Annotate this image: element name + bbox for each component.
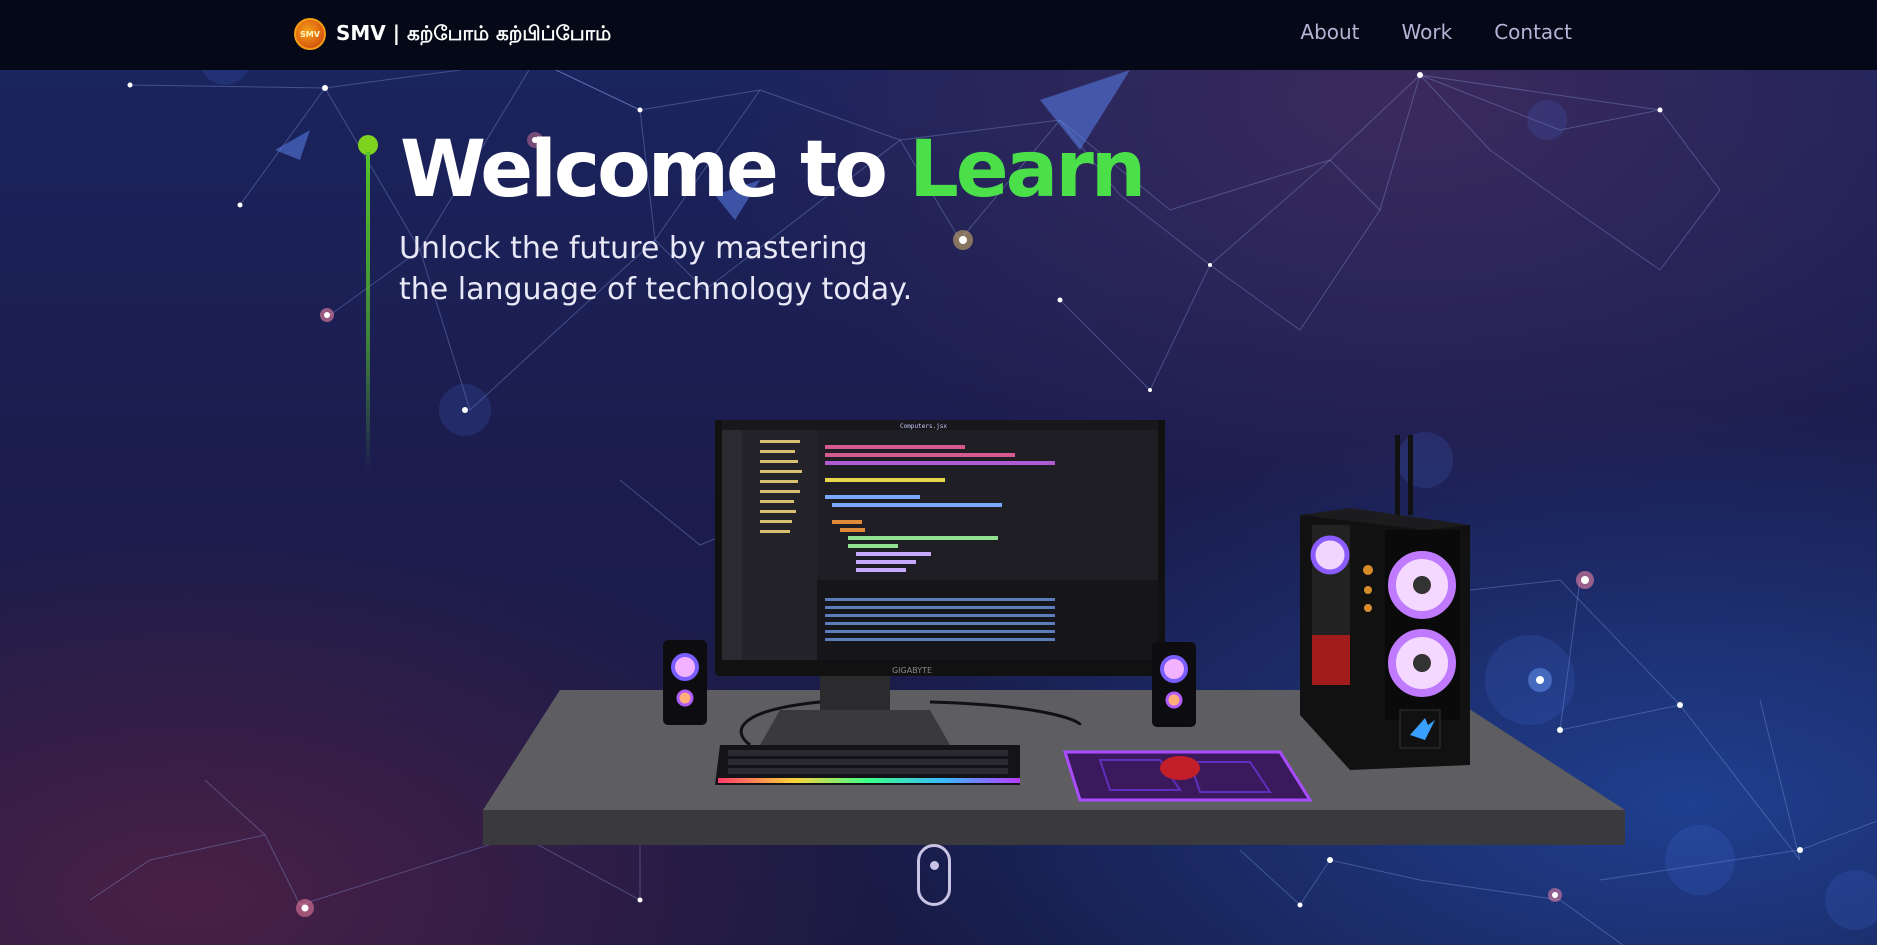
main-nav: About Work Contact <box>1300 20 1572 44</box>
site-header: SMV SMV | கற்போம் கற்பிப்போம் About Work… <box>0 0 1877 70</box>
antenna-left <box>1395 435 1400 515</box>
hero-accent-line <box>366 152 370 472</box>
hero-title: Welcome to Learn <box>400 125 1146 215</box>
monitor-base <box>760 710 950 745</box>
monitor-stand <box>820 675 890 710</box>
hero-title-accent: Learn <box>909 125 1146 215</box>
brand-name: SMV | கற்போம் கற்பிப்போம் <box>336 20 612 45</box>
hero-subtitle: Unlock the future by mastering the langu… <box>399 228 959 310</box>
desktop-pc-3d-scene[interactable]: Computers.jsx GIGABYTE <box>480 420 1640 850</box>
left-speaker <box>663 640 707 725</box>
hero-subtitle-line2: the language of technology today. <box>399 272 913 307</box>
monitor-brand: GIGABYTE <box>892 666 932 675</box>
antenna-right <box>1408 435 1413 515</box>
brand-link[interactable]: SMV SMV | கற்போம் கற்பிப்போம் <box>294 16 611 52</box>
desk-front <box>483 810 1625 845</box>
scroll-mouse-icon[interactable] <box>917 844 951 906</box>
scroll-indicator-dot <box>930 861 939 870</box>
hero-subtitle-line1: Unlock the future by mastering <box>399 231 868 266</box>
nav-contact-link[interactable]: Contact <box>1494 20 1572 44</box>
smv-logo-icon: SMV <box>294 18 326 50</box>
nav-about-link[interactable]: About <box>1300 20 1359 44</box>
right-speaker <box>1152 642 1196 727</box>
editor-tab-label: Computers.jsx <box>900 423 947 430</box>
mouse <box>1160 756 1200 780</box>
nav-work-link[interactable]: Work <box>1402 20 1453 44</box>
hero-title-part1: Welcome to <box>400 125 888 215</box>
